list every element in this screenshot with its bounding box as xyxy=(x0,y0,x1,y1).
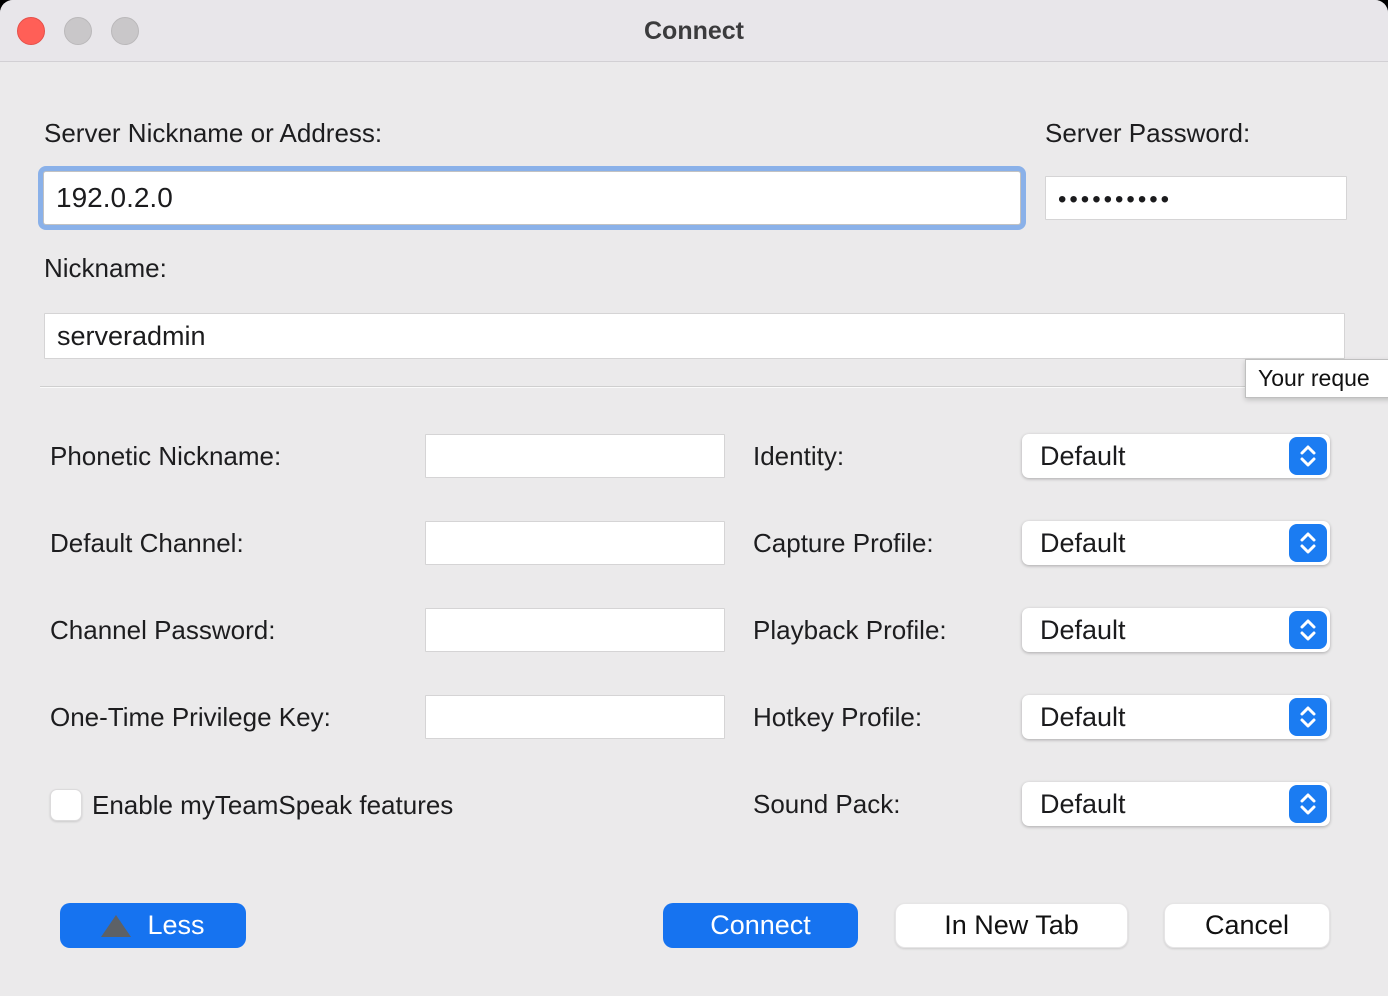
phonetic-nickname-label: Phonetic Nickname: xyxy=(50,434,281,478)
nickname-input[interactable] xyxy=(44,313,1345,359)
updown-chevron-icon xyxy=(1289,698,1327,736)
channel-password-label: Channel Password: xyxy=(50,608,275,652)
window-title: Connect xyxy=(0,0,1388,62)
channel-password-input[interactable] xyxy=(425,608,725,652)
titlebar: Connect xyxy=(0,0,1388,62)
nickname-label: Nickname: xyxy=(44,253,167,284)
identity-label: Identity: xyxy=(753,434,844,478)
default-channel-input[interactable] xyxy=(425,521,725,565)
connect-button-label: Connect xyxy=(710,910,811,941)
tooltip: Your reque xyxy=(1245,359,1388,398)
hotkey-profile-label: Hotkey Profile: xyxy=(753,695,922,739)
hotkey-profile-value: Default xyxy=(1040,695,1126,739)
server-address-label: Server Nickname or Address: xyxy=(44,118,382,149)
connect-dialog: Connect Server Nickname or Address: Serv… xyxy=(0,0,1388,996)
capture-profile-select[interactable]: Default xyxy=(1022,521,1330,565)
cancel-button-label: Cancel xyxy=(1205,910,1289,941)
identity-value: Default xyxy=(1040,434,1126,478)
playback-profile-label: Playback Profile: xyxy=(753,608,947,652)
updown-chevron-icon xyxy=(1289,785,1327,823)
playback-profile-select[interactable]: Default xyxy=(1022,608,1330,652)
connect-button[interactable]: Connect xyxy=(663,903,858,948)
updown-chevron-icon xyxy=(1289,611,1327,649)
hotkey-profile-select[interactable]: Default xyxy=(1022,695,1330,739)
myteamspeak-label: Enable myTeamSpeak features xyxy=(92,783,453,827)
identity-select[interactable]: Default xyxy=(1022,434,1330,478)
phonetic-nickname-input[interactable] xyxy=(425,434,725,478)
server-password-label: Server Password: xyxy=(1045,118,1250,149)
in-new-tab-button[interactable]: In New Tab xyxy=(895,903,1128,948)
one-time-privilege-key-label: One-Time Privilege Key: xyxy=(50,695,331,739)
section-divider xyxy=(40,386,1388,388)
one-time-privilege-key-input[interactable] xyxy=(425,695,725,739)
server-address-focus-ring xyxy=(38,166,1026,230)
sound-pack-label: Sound Pack: xyxy=(753,782,900,826)
server-password-input[interactable] xyxy=(1045,176,1347,220)
less-button-label: Less xyxy=(147,910,204,941)
in-new-tab-button-label: In New Tab xyxy=(944,910,1079,941)
myteamspeak-checkbox[interactable] xyxy=(50,789,82,821)
updown-chevron-icon xyxy=(1289,524,1327,562)
playback-profile-value: Default xyxy=(1040,608,1126,652)
capture-profile-value: Default xyxy=(1040,521,1126,565)
default-channel-label: Default Channel: xyxy=(50,521,244,565)
updown-chevron-icon xyxy=(1289,437,1327,475)
cancel-button[interactable]: Cancel xyxy=(1164,903,1330,948)
sound-pack-value: Default xyxy=(1040,782,1126,826)
collapse-triangle-icon xyxy=(101,915,131,937)
less-button[interactable]: Less xyxy=(60,903,246,948)
sound-pack-select[interactable]: Default xyxy=(1022,782,1330,826)
capture-profile-label: Capture Profile: xyxy=(753,521,934,565)
server-address-input[interactable] xyxy=(43,171,1021,225)
